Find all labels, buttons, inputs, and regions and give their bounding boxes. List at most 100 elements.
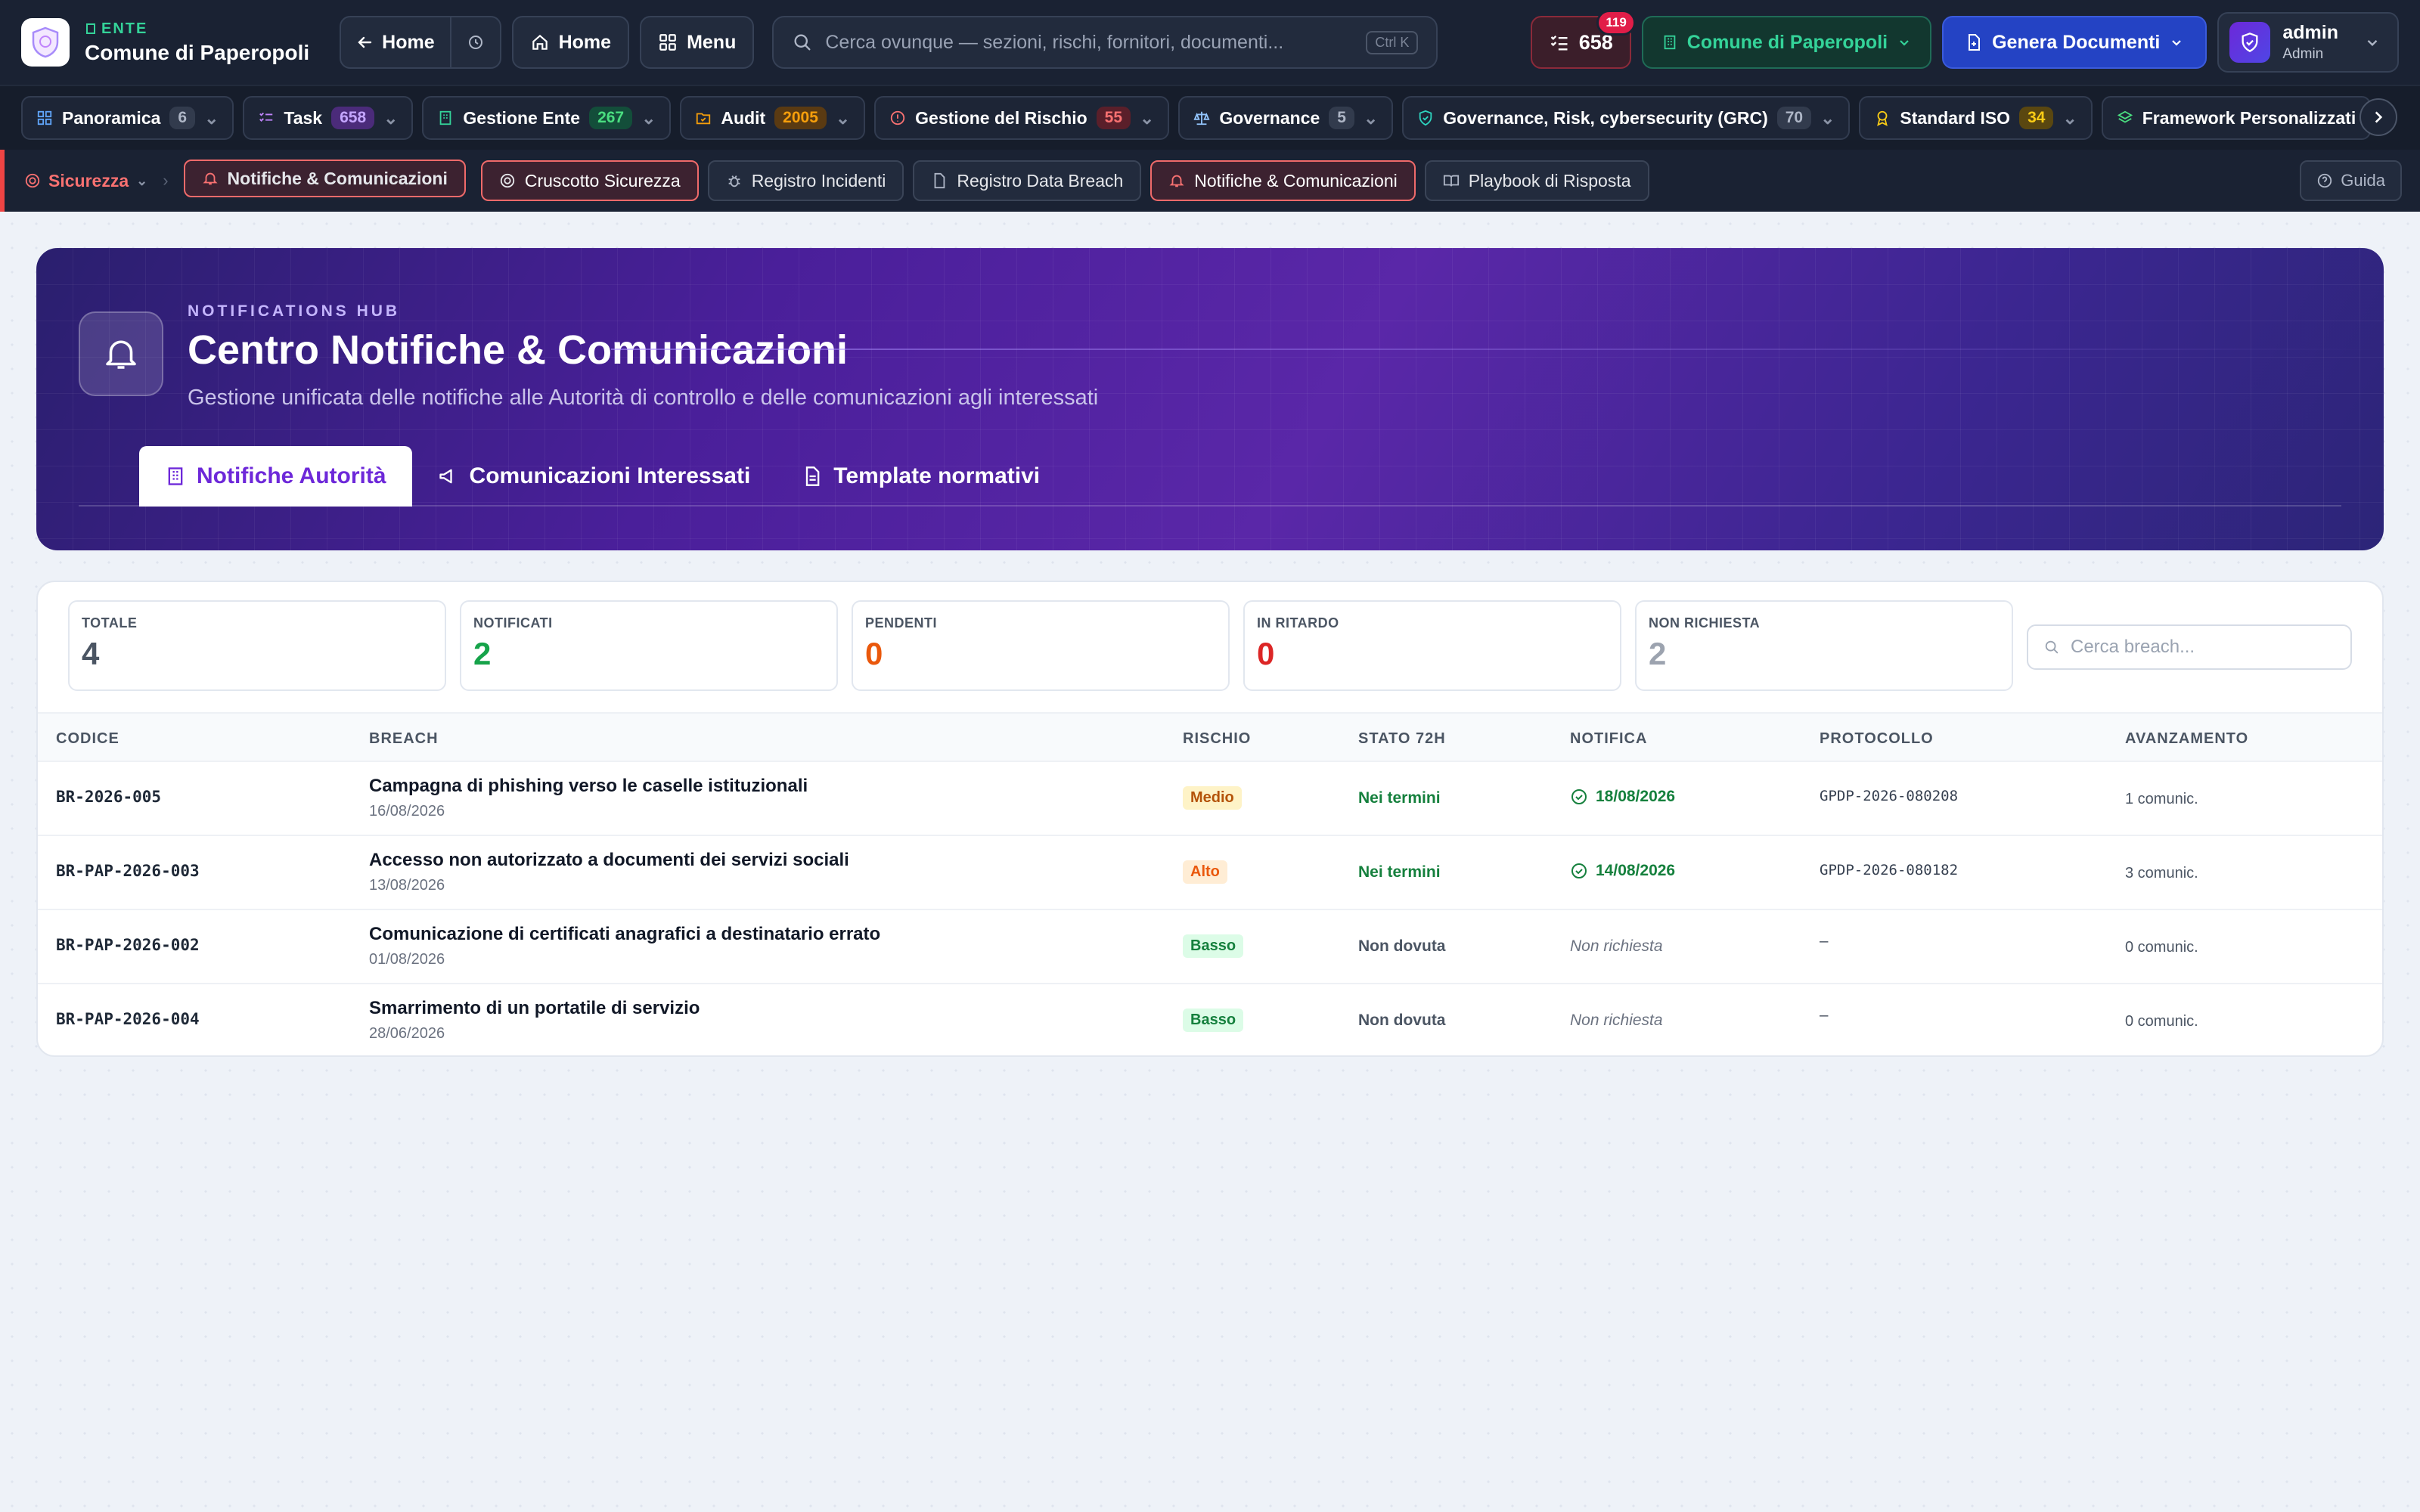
- status-72h: Non dovuta: [1358, 937, 1446, 955]
- page-title: Centro Notifiche & Comunicazioni: [188, 327, 849, 373]
- tab-registro-data-breach[interactable]: Registro Data Breach: [913, 160, 1142, 201]
- table-row[interactable]: BR-PAP-2026-002 Comunicazione di certifi…: [38, 909, 2382, 983]
- tab-label: Notifiche Autorità: [197, 463, 386, 488]
- menu-label: Menu: [687, 31, 737, 53]
- ente-selector[interactable]: Comune di Paperopoli: [1641, 16, 1932, 69]
- breach-date: 01/08/2026: [369, 951, 445, 968]
- column-header[interactable]: RISCHIO: [1183, 730, 1251, 748]
- module-governance[interactable]: Governance 5 ⌄: [1178, 96, 1394, 140]
- tab-notifiche-autorita[interactable]: Notifiche Autorità: [139, 446, 412, 507]
- column-header[interactable]: AVANZAMENTO: [2125, 730, 2248, 748]
- page-subtitle: Gestione unificata delle notifiche alle …: [188, 386, 1099, 410]
- column-header[interactable]: PROTOCOLLO: [1820, 730, 1934, 748]
- user-menu[interactable]: admin Admin: [2217, 12, 2399, 73]
- menu-button[interactable]: Menu: [640, 16, 755, 69]
- breach-title[interactable]: Campagna di phishing verso le caselle is…: [369, 776, 808, 797]
- file-icon: [934, 172, 945, 189]
- nav-group: Home: [340, 16, 501, 69]
- tab-cruscotto-sicurezza[interactable]: Cruscotto Sicurezza: [480, 160, 699, 201]
- table-row[interactable]: BR-PAP-2026-003 Accesso non autorizzato …: [38, 835, 2382, 909]
- notification-date: 18/08/2026: [1570, 788, 1675, 806]
- module-panoramica[interactable]: Panoramica 6 ⌄: [21, 96, 234, 140]
- help-button[interactable]: Guida: [2300, 160, 2402, 201]
- chevron-down-icon: ⌄: [2062, 107, 2077, 128]
- home-button[interactable]: Home: [511, 16, 630, 69]
- notification-status: Non richiesta: [1570, 937, 1663, 955]
- module-count: 658: [331, 107, 375, 129]
- module-gestione-rischio[interactable]: Gestione del Rischio 55 ⌄: [874, 96, 1170, 140]
- current-page-label: Notifiche & Comunicazioni: [227, 168, 448, 188]
- progress-count: 0 comunic.: [2125, 1013, 2198, 1030]
- global-search-input[interactable]: Cerca ovunque — sezioni, rischi, fornito…: [772, 16, 1438, 69]
- breach-title[interactable]: Accesso non autorizzato a documenti dei …: [369, 850, 849, 871]
- top-bar: ENTE Comune di Paperopoli Home Home Menu…: [0, 0, 2420, 85]
- table-row[interactable]: BR-2026-005 Campagna di phishing verso l…: [38, 761, 2382, 835]
- chevron-down-icon: ⌄: [136, 172, 148, 188]
- tab-comunicazioni-interessati[interactable]: Comunicazioni Interessati: [412, 446, 777, 507]
- module-label: Panoramica: [62, 107, 161, 128]
- module-standard-iso[interactable]: Standard ISO 34 ⌄: [1859, 96, 2093, 140]
- tab-label: Cruscotto Sicurezza: [524, 170, 681, 191]
- module-audit[interactable]: Audit 2005 ⌄: [680, 96, 866, 140]
- module-bar: Panoramica 6 ⌄ Task 658 ⌄ Gestione Ente …: [0, 85, 2420, 150]
- file-text-icon: [806, 466, 820, 486]
- notification-status: Non richiesta: [1570, 1012, 1663, 1029]
- org-tag: ENTE: [101, 20, 148, 37]
- chevron-down-icon: ⌄: [641, 107, 656, 128]
- generate-documents-button[interactable]: Genera Documenti: [1942, 16, 2207, 69]
- tab-notifiche-comunicazioni[interactable]: Notifiche & Comunicazioni: [1150, 160, 1416, 201]
- back-home-button[interactable]: Home: [341, 17, 449, 67]
- tab-registro-incidenti[interactable]: Registro Incidenti: [707, 160, 904, 201]
- breach-code: BR-PAP-2026-004: [56, 1010, 200, 1028]
- tab-label: Notifiche & Comunicazioni: [1194, 170, 1398, 191]
- building-icon: [440, 110, 451, 125]
- checklist-icon: [1550, 36, 1568, 51]
- user-role: Admin: [2282, 46, 2324, 62]
- notification-date: 14/08/2026: [1570, 862, 1675, 880]
- status-72h: Nei termini: [1358, 863, 1441, 881]
- sub-navigation: Sicurezza ⌄ › Notifiche & Comunicazioni …: [0, 150, 2420, 212]
- bug-icon: [728, 175, 740, 187]
- stat-label: NOTIFICATI: [473, 615, 553, 631]
- check-circle-icon: [1571, 863, 1587, 878]
- chevron-down-icon: ⌄: [383, 107, 399, 128]
- breach-date: 13/08/2026: [369, 877, 445, 894]
- current-page-chip[interactable]: Notifiche & Comunicazioni: [183, 160, 466, 197]
- tab-label: Playbook di Risposta: [1468, 170, 1631, 191]
- breach-search-input[interactable]: Cerca breach...: [2027, 624, 2352, 670]
- column-header[interactable]: STATO 72H: [1358, 730, 1446, 748]
- section-selector[interactable]: Sicurezza ⌄: [24, 171, 147, 191]
- radar-icon: [500, 173, 515, 188]
- risk-badge: Medio: [1183, 786, 1242, 810]
- tasks-button[interactable]: 658 119: [1530, 10, 1636, 69]
- search-placeholder: Cerca breach...: [2071, 637, 2195, 657]
- module-label: Framework Personalizzati: [2142, 107, 2356, 128]
- chevron-right-icon: [2375, 111, 2383, 123]
- module-framework-personalizzati[interactable]: Framework Personalizzati: [2101, 96, 2372, 140]
- column-header[interactable]: BREACH: [369, 730, 439, 748]
- chevron-down-icon: ⌄: [1140, 107, 1155, 128]
- bell-icon: [106, 340, 136, 369]
- back-home-label: Home: [382, 31, 435, 53]
- history-button[interactable]: [449, 17, 500, 67]
- column-header[interactable]: CODICE: [56, 730, 119, 748]
- module-grc[interactable]: Governance, Risk, cybersecurity (GRC) 70…: [1402, 96, 1851, 140]
- chevron-down-icon: [2172, 40, 2182, 46]
- column-header[interactable]: NOTIFICA: [1570, 730, 1647, 748]
- table-row[interactable]: BR-PAP-2026-004 Smarrimento di un portat…: [38, 983, 2382, 1055]
- tab-label: Template normativi: [833, 463, 1041, 488]
- tab-label: Registro Incidenti: [751, 170, 886, 191]
- breach-title[interactable]: Smarrimento di un portatile di servizio: [369, 998, 700, 1019]
- breach-date: 28/06/2026: [369, 1025, 445, 1042]
- module-gestione-ente[interactable]: Gestione Ente 267 ⌄: [422, 96, 672, 140]
- module-task[interactable]: Task 658 ⌄: [243, 96, 414, 140]
- org-logo[interactable]: [21, 18, 70, 67]
- stats-row: TOTALE 4 NOTIFICATI 2 PENDENTI 0 IN RITA…: [68, 600, 2013, 691]
- progress-count: 3 comunic.: [2125, 865, 2198, 881]
- tab-template-normativi[interactable]: Template normativi: [776, 446, 1066, 507]
- tab-playbook-risposta[interactable]: Playbook di Risposta: [1424, 160, 1649, 201]
- avatar: [2229, 22, 2271, 63]
- scroll-right-button[interactable]: [2360, 98, 2397, 136]
- breach-title[interactable]: Comunicazione di certificati anagrafici …: [369, 924, 880, 945]
- table-header: CODICE BREACH RISCHIO STATO 72H NOTIFICA…: [38, 712, 2382, 762]
